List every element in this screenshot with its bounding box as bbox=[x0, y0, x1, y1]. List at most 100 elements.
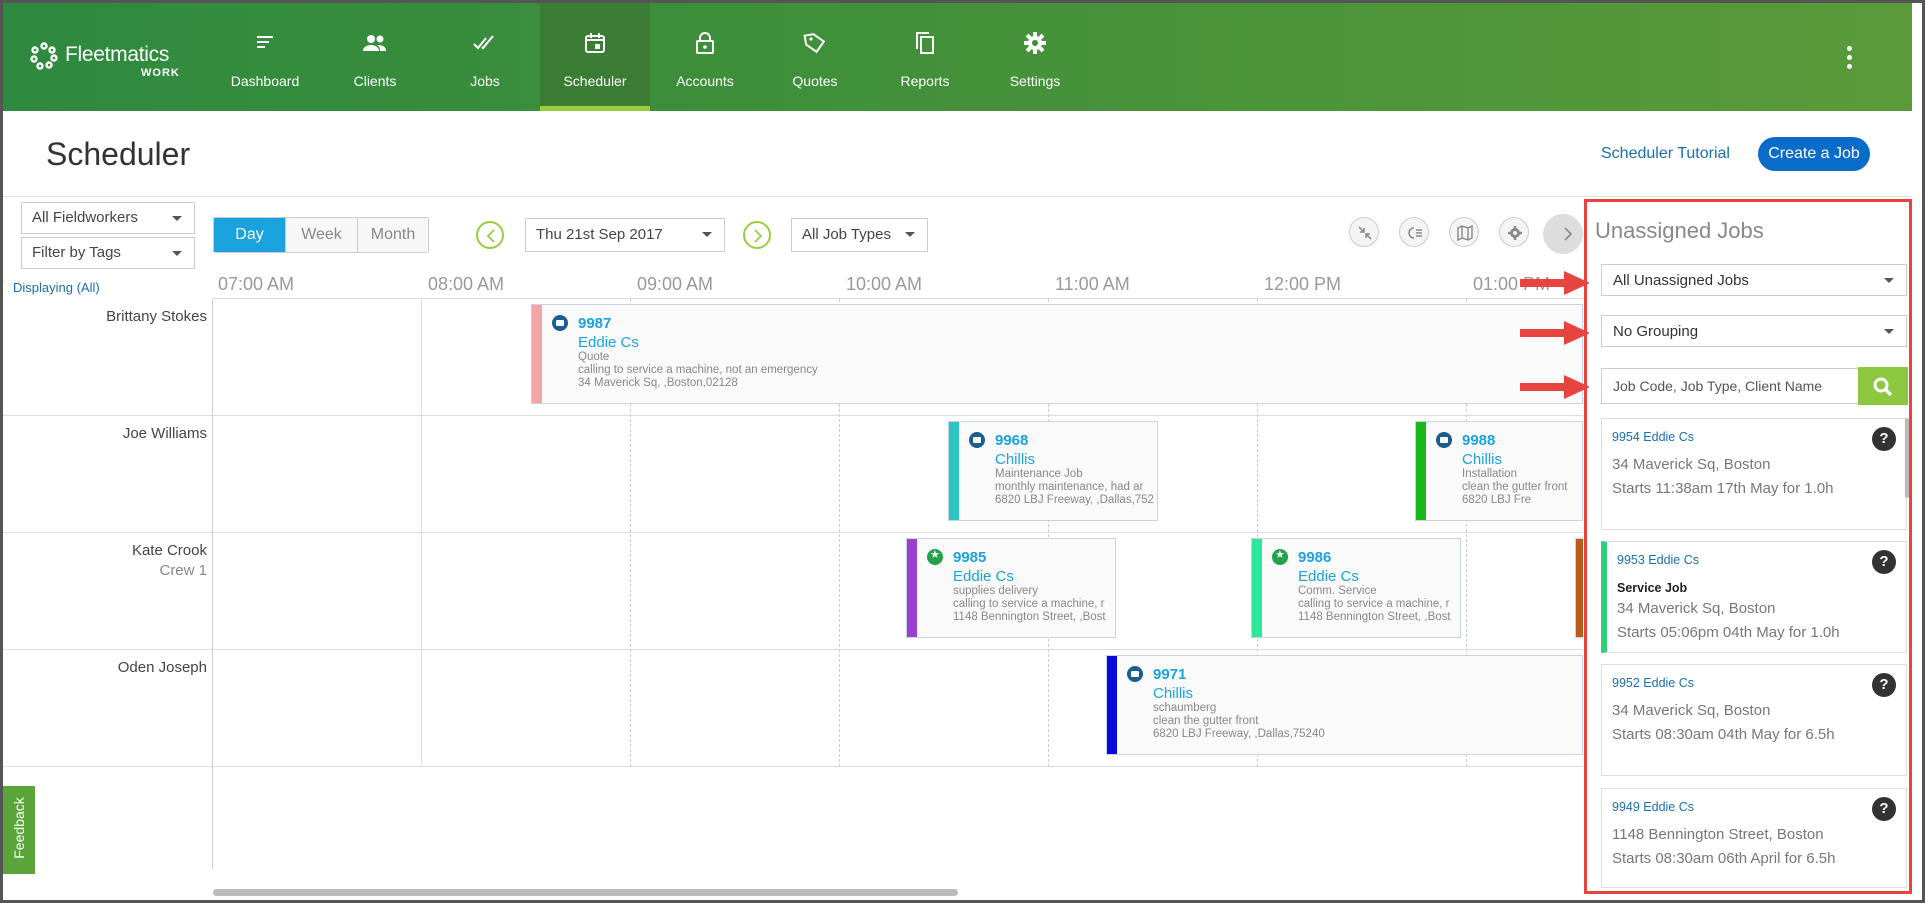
job-types-select[interactable]: All Job Types bbox=[791, 218, 928, 252]
nav-settings[interactable]: Settings bbox=[980, 3, 1090, 111]
top-nav: Fleetmatics WORK Dashboard Clients Jobs … bbox=[3, 3, 1912, 111]
job-color-bar bbox=[1576, 539, 1583, 637]
card-address: 34 Maverick Sq, Boston bbox=[1617, 600, 1776, 617]
worker-name: Oden Joseph bbox=[117, 659, 207, 676]
nav-quotes[interactable]: Quotes bbox=[760, 3, 870, 111]
help-icon[interactable]: ? bbox=[1872, 550, 1896, 574]
unassigned-job-card[interactable]: 9954 Eddie Cs 34 Maverick Sq, Boston Sta… bbox=[1601, 418, 1907, 530]
view-month-button[interactable]: Month bbox=[358, 218, 428, 252]
displaying-filter-link[interactable]: Displaying (All) bbox=[13, 280, 100, 295]
nav-label: Accounts bbox=[676, 73, 734, 89]
job-client: Chillis bbox=[1153, 685, 1194, 702]
chevron-left-icon bbox=[486, 229, 495, 243]
worker-name: Joe Williams bbox=[122, 425, 207, 442]
view-week-button[interactable]: Week bbox=[286, 218, 358, 252]
briefcase-icon bbox=[1436, 432, 1452, 448]
date-picker[interactable]: Thu 21st Sep 2017 bbox=[525, 218, 725, 252]
job-color-bar bbox=[1252, 539, 1262, 637]
nav-label: Dashboard bbox=[230, 73, 300, 89]
job-address: 6820 LBJ Freeway, ,Dallas,752 bbox=[995, 494, 1154, 506]
nav-jobs[interactable]: Jobs bbox=[430, 3, 540, 111]
card-title[interactable]: 9949 Eddie Cs bbox=[1612, 800, 1694, 814]
job-type: Installation bbox=[1462, 468, 1517, 480]
chevron-down-icon bbox=[1884, 329, 1894, 334]
chevron-right-icon bbox=[1564, 227, 1573, 241]
chevron-down-icon bbox=[172, 251, 182, 256]
job-card[interactable]: 9985 Eddie Cs supplies delivery calling … bbox=[906, 538, 1116, 638]
view-switcher: Day Week Month bbox=[213, 217, 429, 253]
collapse-button[interactable] bbox=[1349, 217, 1379, 247]
star-icon bbox=[927, 548, 943, 565]
card-start: Starts 08:30am 04th May for 6.5h bbox=[1612, 726, 1835, 743]
job-card-partial[interactable] bbox=[1575, 538, 1583, 638]
help-icon[interactable]: ? bbox=[1872, 673, 1896, 697]
job-client: Eddie Cs bbox=[578, 334, 639, 351]
time-header: 07:00 AM 08:00 AM 09:00 AM 10:00 AM 11:0… bbox=[213, 270, 1583, 299]
fieldworkers-select[interactable]: All Fieldworkers bbox=[21, 202, 195, 234]
briefcase-icon bbox=[552, 315, 568, 331]
job-desc: calling to service a machine, r bbox=[1298, 598, 1450, 610]
nav-dashboard[interactable]: Dashboard bbox=[210, 3, 320, 111]
grouping-value: No Grouping bbox=[1613, 323, 1699, 340]
nav-clients[interactable]: Clients bbox=[320, 3, 430, 111]
chevron-down-icon bbox=[1884, 278, 1894, 283]
help-icon[interactable]: ? bbox=[1872, 797, 1896, 821]
job-card[interactable]: 9987 Eddie Cs Quote calling to service a… bbox=[531, 304, 1583, 404]
unassigned-filter-select[interactable]: All Unassigned Jobs bbox=[1601, 264, 1907, 296]
job-color-bar bbox=[949, 422, 959, 520]
job-client: Chillis bbox=[1462, 451, 1503, 468]
create-job-button[interactable]: Create a Job bbox=[1758, 137, 1870, 171]
worker-name: Kate Crook Crew 1 bbox=[3, 542, 207, 579]
page-title: Scheduler bbox=[46, 136, 191, 172]
tags-select[interactable]: Filter by Tags bbox=[21, 237, 195, 269]
brand-name: Fleetmatics bbox=[65, 43, 170, 66]
search-button[interactable] bbox=[1858, 367, 1908, 405]
card-title[interactable]: 9953 Eddie Cs bbox=[1617, 553, 1699, 567]
card-title[interactable]: 9952 Eddie Cs bbox=[1612, 676, 1694, 690]
unassigned-search-input[interactable]: Job Code, Job Type, Client Name bbox=[1601, 368, 1859, 404]
gear-icon bbox=[1508, 226, 1522, 240]
job-card[interactable]: 9986 Eddie Cs Comm. Service calling to s… bbox=[1251, 538, 1461, 638]
job-code: 9985 bbox=[953, 549, 987, 566]
job-color-bar bbox=[532, 305, 542, 403]
next-day-button[interactable] bbox=[743, 221, 771, 249]
header-divider bbox=[3, 196, 1912, 197]
scheduler-settings-button[interactable] bbox=[1499, 217, 1529, 247]
nav-reports[interactable]: Reports bbox=[870, 3, 980, 111]
job-desc: monthly maintenance, had ar bbox=[995, 481, 1144, 493]
prev-day-button[interactable] bbox=[476, 221, 504, 249]
scheduler-tutorial-link[interactable]: Scheduler Tutorial bbox=[1601, 145, 1730, 163]
brand-sub: WORK bbox=[141, 67, 180, 79]
job-card[interactable]: 9968 Chillis Maintenance Job monthly mai… bbox=[948, 421, 1158, 521]
feedback-tab[interactable]: Feedback bbox=[3, 786, 35, 874]
nav-label: Settings bbox=[1009, 73, 1061, 89]
card-title[interactable]: 9954 Eddie Cs bbox=[1612, 430, 1694, 444]
map-button[interactable] bbox=[1449, 217, 1479, 247]
help-icon[interactable]: ? bbox=[1872, 427, 1896, 451]
view-day-button[interactable]: Day bbox=[214, 218, 286, 252]
job-client: Chillis bbox=[995, 451, 1036, 468]
nav-accounts[interactable]: Accounts bbox=[650, 3, 760, 111]
job-card[interactable]: 9971 Chillis schaumberg clean the gutter… bbox=[1106, 655, 1583, 755]
date-value: Thu 21st Sep 2017 bbox=[536, 226, 663, 243]
card-type: Service Job bbox=[1617, 581, 1688, 595]
brand-logo[interactable]: Fleetmatics WORK bbox=[29, 39, 179, 83]
unassigned-job-card[interactable]: 9953 Eddie Cs Service Job 34 Maverick Sq… bbox=[1601, 541, 1907, 653]
unassigned-job-card[interactable]: 9949 Eddie Cs 1148 Bennington Street, Bo… bbox=[1601, 788, 1907, 888]
job-address: 1148 Bennington Street, ,Bost bbox=[953, 611, 1106, 623]
grouping-select[interactable]: No Grouping bbox=[1601, 315, 1907, 347]
unassigned-job-card[interactable]: 9952 Eddie Cs 34 Maverick Sq, Boston Sta… bbox=[1601, 664, 1907, 776]
dashboard-icon bbox=[257, 36, 273, 48]
card-start: Starts 08:30am 06th April for 6.5h bbox=[1612, 850, 1836, 867]
job-type: Comm. Service bbox=[1298, 585, 1377, 597]
list-toggle-button[interactable] bbox=[1399, 217, 1429, 247]
panel-scrollbar[interactable] bbox=[1905, 418, 1909, 498]
more-menu-icon[interactable] bbox=[1839, 43, 1859, 73]
time-label: 09:00 AM bbox=[637, 274, 714, 294]
horizontal-scrollbar[interactable] bbox=[213, 889, 958, 896]
briefcase-icon bbox=[969, 432, 985, 448]
job-card[interactable]: 9988 Chillis Installation clean the gutt… bbox=[1415, 421, 1583, 521]
panel-toggle-button[interactable] bbox=[1543, 214, 1583, 254]
job-color-bar bbox=[1416, 422, 1426, 520]
nav-scheduler[interactable]: Scheduler bbox=[540, 3, 650, 111]
